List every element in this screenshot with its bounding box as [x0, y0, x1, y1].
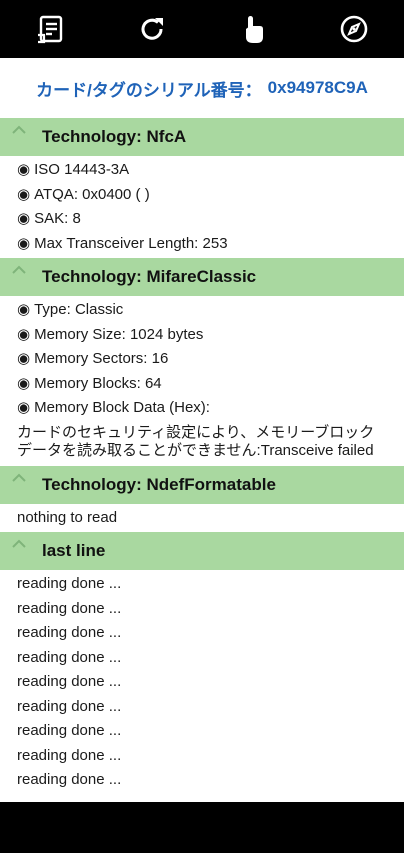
refresh-icon	[141, 18, 163, 40]
section-title: last line	[42, 541, 106, 560]
log-line: reading done ...	[17, 673, 122, 690]
log-line: reading done ...	[17, 722, 122, 739]
chevron-up-icon	[11, 124, 27, 136]
bullet-icon: ◉	[17, 161, 31, 178]
refresh-button[interactable]	[127, 4, 177, 54]
log-line: reading done ...	[17, 575, 122, 592]
log-line: reading done ...	[17, 746, 122, 764]
result-panel[interactable]: カード/タグのシリアル番号： 0x94978C9A Technology: Nf…	[0, 58, 404, 802]
bullet-icon: ◉	[17, 185, 31, 203]
section-title: Technology: MifareClassic	[42, 267, 257, 286]
nfca-items: ◉ ISO 14443-3A ◉ ATQA: 0x0400 ( ) ◉ SAK: 8 …	[0, 156, 404, 258]
section-header-last-line[interactable]: last line	[0, 532, 404, 570]
list-item: ◉ Memory Sectors: 16	[0, 347, 404, 372]
ndef-text: nothing to read	[17, 508, 118, 526]
chevron-up-icon	[11, 472, 27, 484]
list-item: ◉ Max Transceiver Length: 253	[0, 232, 404, 257]
ndef-items: nothing to read	[0, 504, 404, 533]
touch-button[interactable]	[228, 4, 278, 54]
list-item: ◉ ISO 14443-3A	[0, 158, 404, 183]
section-header-nfca[interactable]: Technology: NfcA	[0, 118, 404, 156]
section-title: Technology: NdefFormatable	[42, 474, 276, 494]
bullet-icon: ◉	[17, 210, 31, 227]
compass-icon	[340, 15, 367, 43]
serial-value: 0x94978C9A	[267, 78, 368, 97]
section-header-mifareclassic[interactable]: Technology: MifareClassic	[0, 258, 404, 296]
section-title: Technology: NfcA	[42, 127, 187, 146]
list-icon	[37, 15, 62, 44]
error-message: カードのセキュリティ設定により、メモリーブロックデータを読み取ることができません…	[17, 423, 375, 459]
list-button[interactable]	[26, 4, 76, 54]
bullet-icon: ◉	[17, 325, 31, 343]
top-toolbar	[0, 0, 404, 58]
chevron-up-icon	[11, 538, 27, 550]
touch-icon	[245, 16, 263, 43]
log-line: reading done ...	[17, 624, 122, 641]
bullet-icon: ◉	[17, 234, 31, 252]
mifare-items: ◉ Type: Classic ◉ Memory Size: 1024 bytes …	[0, 296, 404, 466]
list-item: ◉ Memory Blocks: 64	[0, 372, 404, 397]
section-header-ndefformatable[interactable]: Technology: NdefFormatable	[0, 465, 404, 504]
list-item: ◉ ATQA: 0x0400 ( )	[0, 183, 404, 208]
log-line: reading done ...	[17, 599, 122, 617]
bullet-icon: ◉	[17, 399, 31, 416]
log-lines: reading done ... reading done ... readin…	[0, 570, 404, 795]
log-line: reading done ...	[17, 697, 122, 715]
serial-number: カード/タグのシリアル番号： 0x94978C9A	[0, 58, 404, 118]
bottom-bar	[0, 802, 404, 853]
list-item: ◉ Type: Classic	[0, 298, 404, 323]
chevron-up-icon	[11, 264, 27, 276]
log-line: reading done ...	[17, 771, 122, 788]
list-item: ◉ SAK: 8	[0, 207, 404, 232]
serial-label: カード/タグのシリアル番号：	[36, 80, 262, 100]
bullet-icon: ◉	[17, 301, 31, 318]
bullet-icon: ◉	[17, 374, 31, 392]
compass-button[interactable]	[329, 4, 379, 54]
list-item: ◉ Memory Block Data (Hex):	[0, 396, 404, 421]
bullet-icon: ◉	[17, 350, 31, 367]
list-item: ◉ Memory Size: 1024 bytes	[0, 323, 404, 348]
log-line: reading done ...	[17, 648, 122, 666]
